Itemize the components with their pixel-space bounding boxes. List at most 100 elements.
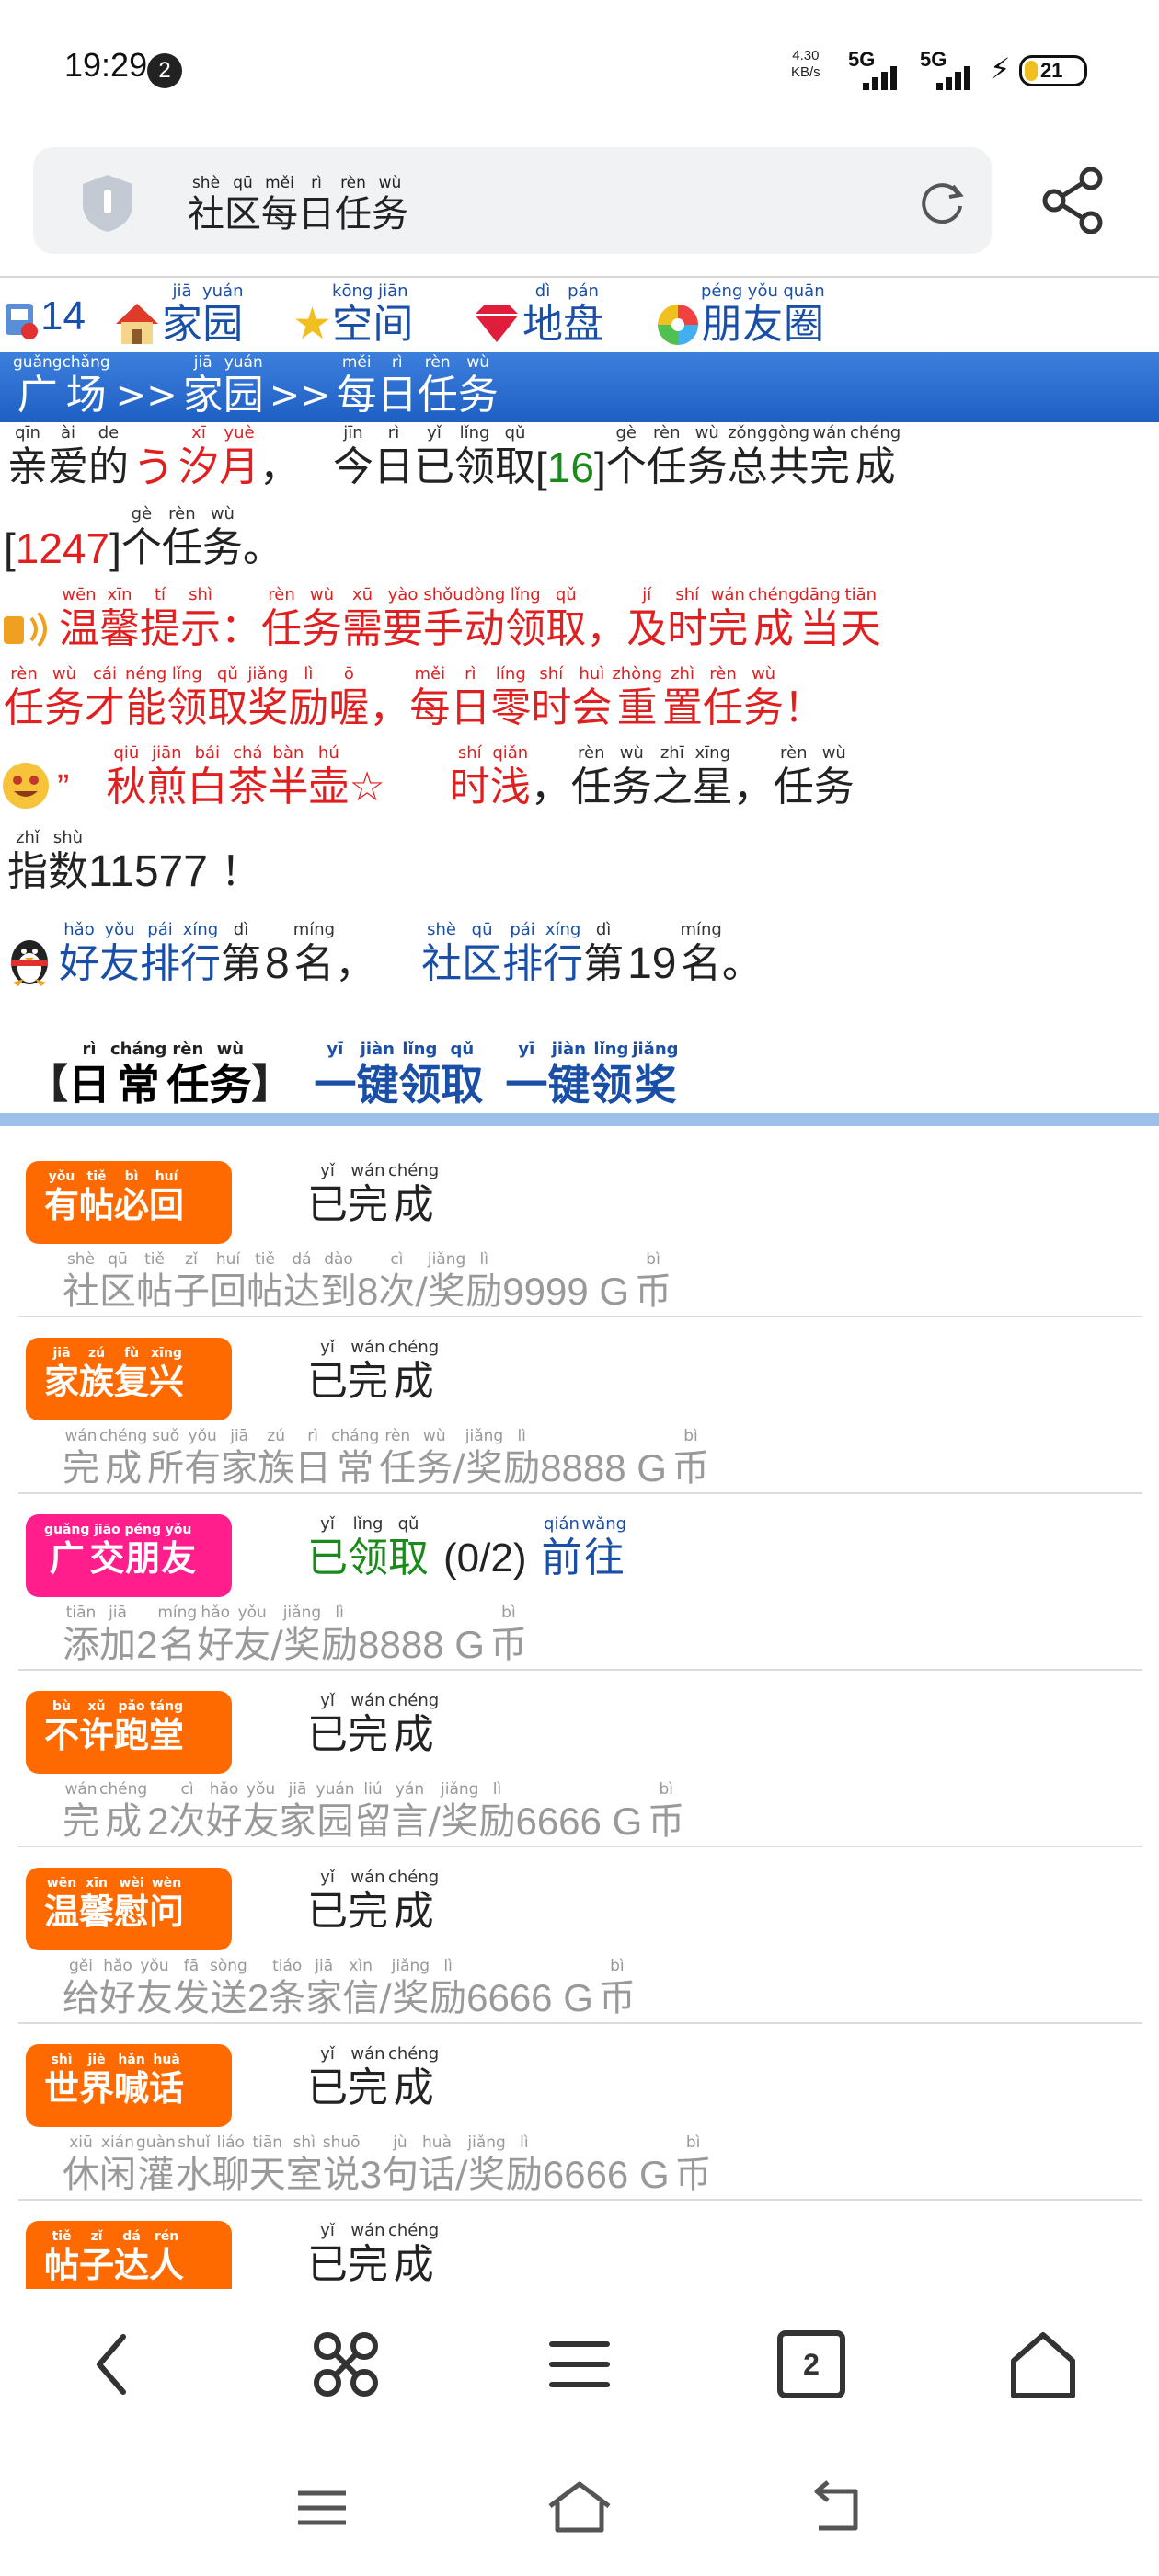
ruby-char: quān 圈 (783, 282, 824, 348)
recents-icon[interactable] (285, 2478, 359, 2537)
address-bar[interactable]: shè 社 qū 区 měi 每 rì 日 rèn 任 wù 务 (33, 147, 992, 254)
pinwheel-icon (658, 305, 698, 345)
command-icon[interactable] (307, 2326, 384, 2403)
mailbox-count: 14 (40, 293, 86, 339)
pinyin: huì (579, 664, 605, 684)
nav-moments-link[interactable]: péng 朋 yǒu 友 quān 圈 (655, 282, 825, 348)
hanzi: 指 (7, 848, 48, 895)
hanzi: 世 (44, 2068, 80, 2109)
pinyin: tí (154, 585, 166, 604)
pinyin (379, 1956, 391, 1976)
hanzi: 完 (63, 1447, 99, 1489)
pinyin: shè (427, 920, 457, 939)
pinyin: jiān (378, 282, 408, 301)
friend-ranking-link[interactable]: hǎo 好 yǒu 友 pái 排 xíng 行 (59, 920, 221, 988)
task-desc-text: cì 次 / jiǎng 奖 lì 励 (378, 1249, 502, 1314)
reload-icon[interactable] (916, 177, 968, 228)
ruby-char: zhǐ 指 (7, 828, 48, 896)
hanzi: 室 (285, 2154, 323, 2196)
nav-space-link[interactable]: ★ kōng 空 jiān 间 (293, 282, 413, 348)
hanzi: 领 (398, 1060, 442, 1110)
pinyin: lǐng (593, 1040, 629, 1059)
pinyin: rì (387, 423, 400, 443)
home-nav-icon[interactable] (543, 2478, 616, 2537)
back-icon[interactable] (77, 2326, 155, 2403)
ruby-char: jiān 煎 (146, 743, 187, 811)
ruby-char: měi 每 (337, 352, 377, 419)
star-username-link[interactable]: qiū 秋 jiān 煎 bái 白 chá 茶 bàn 半 hú 壶 ☆ (106, 743, 384, 811)
task-row: yǒu 有 tiě 帖 bì 必 huí 回 yǐ 已 wán 完 chéng 成 shè 社 qū 区 tiě 帖 z… (18, 1141, 1142, 1317)
hanzi: 好 (99, 1977, 136, 2019)
top-nav: 14 jiā 家 yuán 园 ★ kōng 空 jiān 间 dì 地 pán 盘 péng 朋 yǒ… (0, 276, 1159, 350)
claim-rewards-link[interactable]: yī 一 jiàn 键 lǐng 领 jiǎng 奖 (505, 1040, 678, 1110)
ruby-char: huí 回 (210, 1249, 247, 1314)
hanzi: 日 (294, 1447, 332, 1489)
pinyin: chǎng (62, 353, 110, 372)
ruby-char: yǐ 已 (307, 2044, 348, 2112)
ruby-char: guàn 灌 (136, 2133, 176, 2197)
hanzi: 不 (44, 1715, 80, 1755)
hanzi: 奖 (465, 1447, 503, 1489)
ruby-char: rì 日 (298, 173, 335, 236)
breadcrumb-label: guǎng 广 chǎng 场 (13, 352, 110, 419)
breadcrumb-item[interactable]: guǎng 广 chǎng 场 (13, 352, 110, 419)
hanzi: 成 (393, 1711, 434, 1758)
breadcrumb-item[interactable]: jiā 家 yuán 园 (183, 352, 264, 419)
hanzi: / (415, 1271, 428, 1313)
hanzi: 盘 (563, 301, 603, 348)
menu-icon[interactable] (541, 2326, 618, 2403)
pinyin: bì (610, 1957, 625, 1975)
hanzi: 有 (44, 1185, 80, 1225)
pinyin: qū (471, 920, 493, 939)
bracket-close: ] (593, 443, 606, 491)
pinyin: lì (492, 1780, 502, 1799)
task-desc-text: jù 句 huà 话 / jiǎng 奖 lì 励 (382, 2133, 543, 2197)
breadcrumb-separator: >> (269, 374, 331, 417)
task-row: guǎng 广 jiāo 交 péng 朋 yǒu 友 yǐ 已 lǐng 领 qǔ 取 (0/2) qián… (18, 1494, 1142, 1671)
hanzi: 灌 (137, 2154, 175, 2196)
ruby-char: bì 币 (490, 1603, 527, 1667)
pinyin: wán (64, 1427, 98, 1445)
hanzi: 回 (149, 1185, 185, 1225)
go-link[interactable]: qián 前 wǎng 往 (541, 1514, 626, 1582)
home-icon[interactable] (1004, 2326, 1082, 2403)
share-icon[interactable] (1039, 166, 1107, 234)
ruby-char: xī 汐 (178, 423, 219, 491)
pinyin: jiā (315, 1957, 334, 1975)
pinyin: rèn (172, 1040, 204, 1059)
hanzi: 帖 (247, 1271, 283, 1313)
pinyin: shì (51, 2053, 73, 2067)
pinyin: chéng (748, 585, 799, 604)
pinyin: rèn (168, 504, 196, 523)
task-status-text: yǐ 已 wán 完 chéng 成 (307, 1161, 439, 1229)
task-desc-text: xiū 休 xián 闲 guàn 灌 shuǐ 水 liáo 聊 tiān 天 shì 室 shuō 说 (63, 2133, 361, 2197)
nav-land-link[interactable]: dì 地 pán 盘 (471, 282, 603, 348)
ruby-char: wēn 温 (44, 1875, 79, 1932)
pinyin: cháng (110, 1040, 167, 1059)
pinyin: lǐng (352, 1514, 384, 1534)
mailbox-link[interactable]: 14 (4, 293, 86, 340)
ruby-char: kōng 空 (332, 282, 373, 348)
ruby-char: fù 复 (114, 1345, 149, 1402)
tabs-button[interactable]: 2 (773, 2326, 850, 2403)
bracket-close: 】 (251, 1062, 293, 1107)
community-ranking-link[interactable]: shè 社 qū 区 pái 排 xíng 行 (421, 920, 583, 988)
task-suffix-text: gè 个 rèn 任 wù 务。 (121, 504, 283, 572)
pinyin: qiǎn (492, 743, 529, 763)
claim-all-link[interactable]: yī 一 jiàn 键 lǐng 领 qǔ 取 (314, 1040, 483, 1110)
username-link[interactable]: xī 汐 yuè 月 (178, 423, 259, 491)
hanzi: 水 (175, 2154, 212, 2196)
pinyin: zhòng (612, 664, 663, 684)
ruby-char: yán 言 (392, 1779, 429, 1844)
pinyin: pái (147, 920, 173, 939)
ranking-line: hǎo 好 yǒu 友 pái 排 xíng 行 dì 第 8 míng 名， shè 社 qū 区 pái 排 xí… (0, 920, 1159, 988)
pinyin: ō (343, 664, 354, 684)
pinyin (733, 743, 774, 764)
currency-char: bì 币 (672, 1426, 709, 1490)
nav-home-link[interactable]: jiā 家 yuán 园 (112, 282, 244, 348)
nav-label: péng 朋 yǒu 友 quān 圈 (701, 282, 825, 348)
ruby-char: jiǎng 奖 (392, 1956, 430, 2020)
pinyin: lǐng (459, 423, 490, 443)
back-nav-icon[interactable] (800, 2478, 874, 2537)
rank-di: dì 第 (583, 920, 624, 988)
